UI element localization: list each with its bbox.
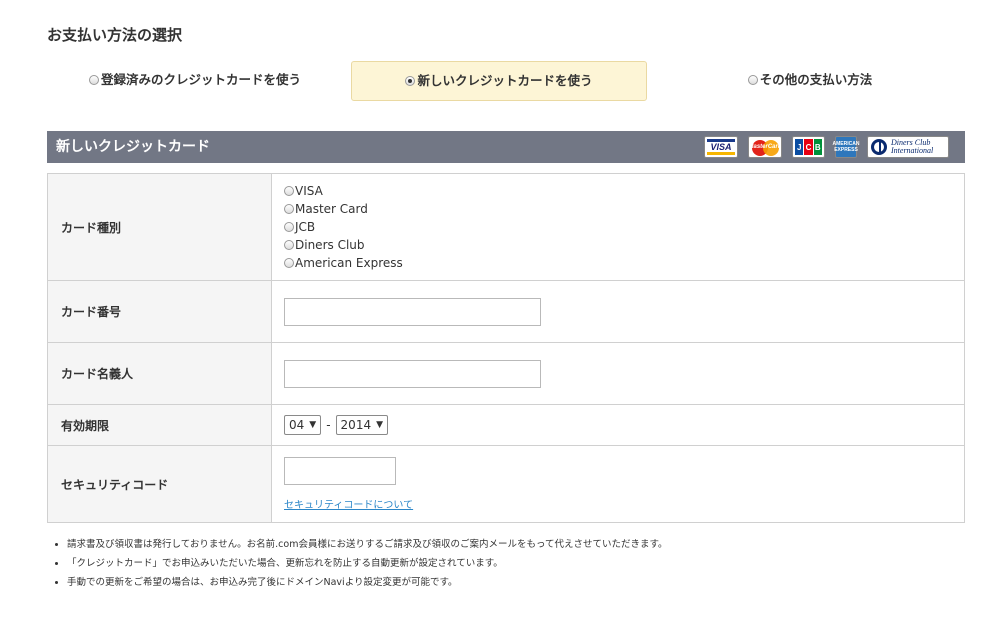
card-type-option-diners[interactable]: Diners Club — [284, 236, 964, 254]
security-code-row: セキュリティコード セキュリティコードについて — [47, 445, 965, 523]
tab-new-card[interactable]: 新しいクレジットカードを使う — [351, 61, 647, 101]
card-brand-logos: VISA MasterCard J C B AMERICAN EXPRESS D… — [704, 136, 949, 158]
jcb-logo-icon: J C B — [792, 136, 825, 158]
radio-icon[interactable] — [284, 222, 294, 232]
tab-label: 登録済みのクレジットカードを使う — [100, 72, 301, 87]
option-label: Master Card — [295, 202, 368, 216]
expiry-month-value: 04 — [289, 418, 305, 432]
card-type-row: カード種別 VISA Master Card JCB Diners Club A… — [47, 173, 965, 281]
radio-icon[interactable] — [284, 240, 294, 250]
expiry-label: 有効期限 — [47, 404, 272, 446]
card-type-options: VISA Master Card JCB Diners Club America… — [271, 173, 965, 281]
card-holder-input[interactable] — [284, 359, 541, 388]
card-number-input[interactable] — [284, 297, 541, 326]
note-item: 手動での更新をご希望の場合は、お申込み完了後にドメインNaviより設定変更が可能… — [67, 573, 965, 592]
expiry-year-select[interactable]: 2014 ▼ — [335, 415, 389, 435]
section-title: 新しいクレジットカード — [56, 139, 210, 155]
radio-icon[interactable] — [88, 75, 99, 85]
card-number-label: カード番号 — [47, 280, 272, 343]
visa-logo-text: VISA — [707, 139, 735, 155]
card-type-option-amex[interactable]: American Express — [284, 254, 964, 272]
expiry-month-select[interactable]: 04 ▼ — [284, 415, 322, 435]
radio-selected-icon[interactable] — [405, 76, 416, 86]
tab-other-payment[interactable]: その他の支払い方法 — [655, 61, 965, 99]
security-code-input[interactable] — [284, 457, 396, 485]
mastercard-logo-icon: MasterCard — [748, 136, 782, 158]
card-number-row: カード番号 — [47, 280, 965, 343]
radio-icon[interactable] — [747, 75, 758, 85]
card-type-option-visa[interactable]: VISA — [284, 182, 964, 200]
diners-logo-text: International — [891, 146, 934, 155]
notes-list: 請求書及び領収書は発行しておりません。お名前.com会員様にお送りするご請求及び… — [47, 535, 965, 592]
security-code-label: セキュリティコード — [47, 445, 272, 523]
tab-label: その他の支払い方法 — [759, 72, 873, 87]
expiry-separator: - — [326, 418, 331, 432]
card-form-table: カード種別 VISA Master Card JCB Diners Club A… — [47, 173, 965, 523]
card-type-label: カード種別 — [47, 173, 272, 281]
option-label: Diners Club — [295, 238, 365, 252]
payment-method-tabs: 登録済みのクレジットカードを使う 新しいクレジットカードを使う その他の支払い方… — [47, 61, 965, 101]
security-code-help-link[interactable]: セキュリティコードについて — [284, 496, 964, 511]
option-label: American Express — [295, 256, 403, 270]
note-item: 「クレジットカード」でお申込みいただいた場合、更新忘れを防止する自動更新が設定さ… — [67, 554, 965, 573]
diners-logo-icon: Diners Club International — [867, 136, 949, 158]
card-type-option-mastercard[interactable]: Master Card — [284, 200, 964, 218]
radio-icon[interactable] — [284, 258, 294, 268]
diners-ring-icon — [871, 139, 887, 155]
dropdown-arrow-icon: ▼ — [309, 420, 317, 430]
option-label: VISA — [295, 184, 323, 198]
dropdown-arrow-icon: ▼ — [376, 420, 384, 430]
visa-logo-icon: VISA — [704, 136, 738, 158]
page-title: お支払い方法の選択 — [47, 26, 183, 44]
jcb-letter: C — [804, 139, 813, 155]
amex-logo-text: EXPRESS — [834, 147, 858, 153]
jcb-letter: B — [813, 139, 822, 155]
expiry-row: 有効期限 04 ▼ -2014 ▼ — [47, 404, 965, 446]
card-holder-label: カード名義人 — [47, 342, 272, 405]
section-header: 新しいクレジットカード VISA MasterCard J C B AMERIC… — [47, 131, 965, 163]
card-type-option-jcb[interactable]: JCB — [284, 218, 964, 236]
note-item: 請求書及び領収書は発行しておりません。お名前.com会員様にお送りするご請求及び… — [67, 535, 965, 554]
expiry-year-value: 2014 — [340, 418, 372, 432]
radio-icon[interactable] — [284, 204, 294, 214]
card-holder-row: カード名義人 — [47, 342, 965, 405]
amex-logo-icon: AMERICAN EXPRESS — [833, 136, 859, 158]
radio-icon[interactable] — [284, 186, 294, 196]
mastercard-logo-text: MasterCard — [748, 144, 782, 150]
jcb-letter: J — [795, 139, 804, 155]
tab-registered-card[interactable]: 登録済みのクレジットカードを使う — [47, 61, 343, 99]
option-label: JCB — [295, 220, 316, 234]
tab-label: 新しいクレジットカードを使う — [417, 73, 593, 88]
